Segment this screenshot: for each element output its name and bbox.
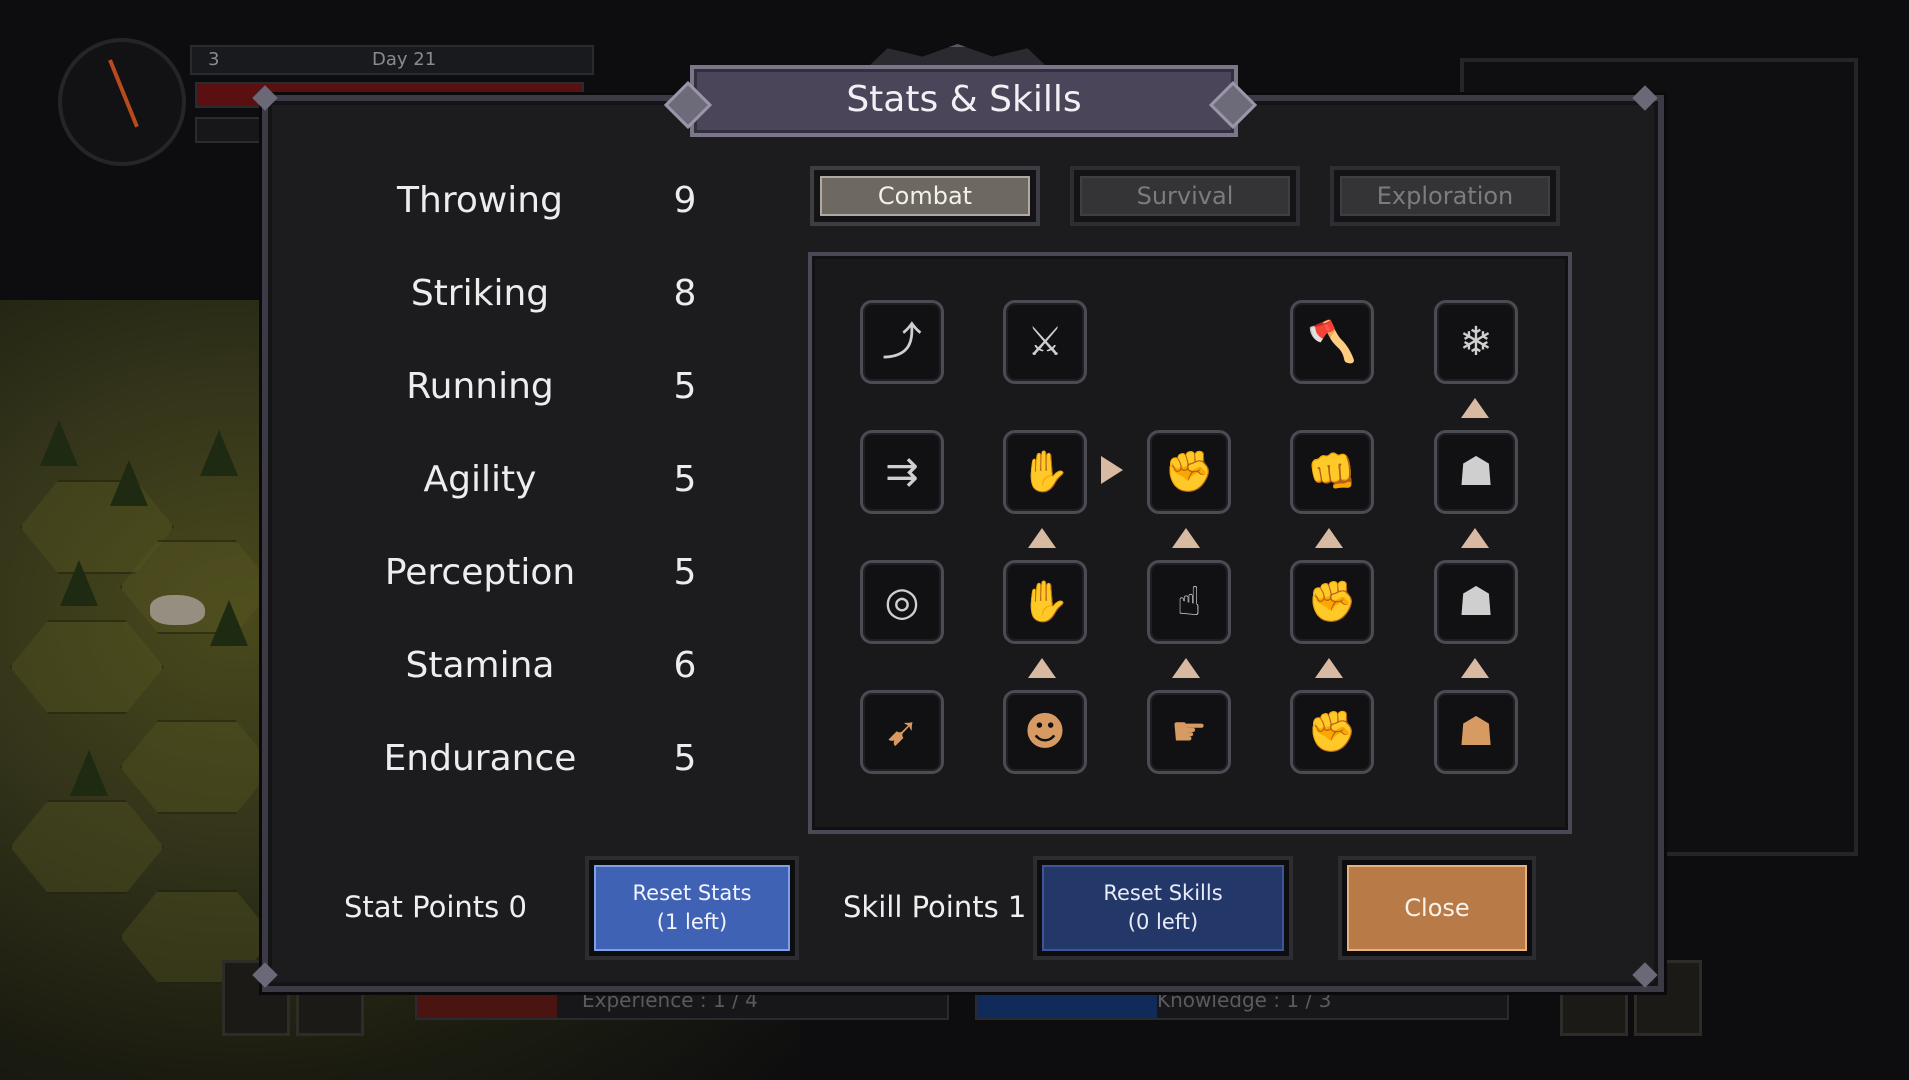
map-hex — [120, 720, 274, 814]
stat-value-running: 5 — [673, 366, 697, 407]
spear-axe-icon: ⚔ — [1027, 319, 1063, 365]
upgrade-arrow-icon — [1315, 528, 1343, 548]
muscle-body-icon: ☗ — [1458, 709, 1494, 755]
body-stance-icon: ☗ — [1458, 449, 1494, 495]
upgrade-arrow-icon — [1172, 528, 1200, 548]
upgrade-arrow-icon — [1315, 658, 1343, 678]
stat-points-label: Stat Points 0 — [344, 890, 527, 924]
upgrade-arrow-icon — [1172, 658, 1200, 678]
stat-value-stamina: 6 — [673, 645, 697, 686]
skill-muscle-body[interactable]: ☗ — [1434, 690, 1518, 774]
skill-double-arrow[interactable]: ⇉ — [860, 430, 944, 514]
stat-name-striking: Striking — [410, 273, 550, 314]
upgrade-arrow-icon — [1461, 658, 1489, 678]
grip-fist-icon: ✊ — [1307, 709, 1357, 755]
upgrade-arrow-icon — [1028, 658, 1056, 678]
skill-throw-hand[interactable]: ☝ — [1147, 560, 1231, 644]
stat-name-throwing: Throwing — [397, 180, 563, 221]
stat-value-striking: 8 — [673, 273, 697, 314]
compass-dial — [58, 38, 186, 166]
reset-skills-label: Reset Skills — [1103, 881, 1223, 905]
skill-hand-axe-plus[interactable]: 🪓 — [1290, 300, 1374, 384]
tree — [200, 430, 238, 476]
grab-hand-icon: ✋ — [1020, 579, 1070, 625]
stat-value-endurance: 5 — [673, 738, 697, 779]
reset-skills-button-face: Reset Skills (0 left) — [1042, 865, 1284, 951]
reset-stats-button[interactable]: Reset Stats (1 left) — [585, 856, 799, 960]
skill-fist-plus[interactable]: ✊ — [1290, 560, 1374, 644]
tab-combat-label: Combat — [820, 176, 1030, 216]
arrows-icon: ➹ — [885, 709, 919, 755]
map-hex — [10, 800, 164, 894]
tree — [70, 750, 108, 796]
reset-skills-button[interactable]: Reset Skills (0 left) — [1033, 856, 1293, 960]
close-label: Close — [1404, 893, 1470, 922]
tree — [40, 420, 78, 466]
spear-thrower-icon: ⤴ — [882, 319, 922, 365]
target-icon: ◎ — [884, 579, 920, 625]
tab-exploration[interactable]: Exploration — [1330, 166, 1560, 226]
stat-name-perception: Perception — [384, 552, 576, 593]
title-crest — [870, 44, 1045, 65]
day-bar: 3 Day 21 — [190, 45, 594, 75]
dialog-title: Stats & Skills — [846, 79, 1082, 120]
skill-pointing-hand[interactable]: ☛ — [1147, 690, 1231, 774]
close-button[interactable]: Close — [1338, 856, 1536, 960]
stat-name-agility: Agility — [423, 459, 537, 500]
stat-name-endurance: Endurance — [383, 738, 577, 779]
map-hex — [10, 620, 164, 714]
skill-grip-fist[interactable]: ✊ — [1290, 690, 1374, 774]
close-button-face: Close — [1347, 865, 1527, 951]
tab-exploration-label: Exploration — [1340, 176, 1550, 216]
skill-body-sparkle[interactable]: ☗ — [1434, 560, 1518, 644]
skill-punch-plus[interactable]: 👊 — [1290, 430, 1374, 514]
tab-survival-label: Survival — [1080, 176, 1290, 216]
stat-value-throwing: 9 — [673, 180, 697, 221]
body-sparkle-icon: ☗ — [1458, 579, 1494, 625]
skill-target[interactable]: ◎ — [860, 560, 944, 644]
level-number: 3 — [208, 49, 220, 70]
reset-stats-label: Reset Stats — [632, 881, 752, 905]
title-plate: Stats & Skills — [690, 65, 1238, 137]
skill-spear-axe[interactable]: ⚔ — [1003, 300, 1087, 384]
stat-value-agility: 5 — [673, 459, 697, 500]
stat-name-stamina: Stamina — [405, 645, 555, 686]
skill-arrows[interactable]: ➹ — [860, 690, 944, 774]
fist-plus-icon: ✊ — [1307, 579, 1357, 625]
tab-survival[interactable]: Survival — [1070, 166, 1300, 226]
reset-stats-remaining: (1 left) — [656, 910, 728, 934]
skill-points-label: Skill Points 1 — [843, 890, 1027, 924]
skill-face[interactable]: ☻ — [1003, 690, 1087, 774]
stat-value-perception: 5 — [673, 552, 697, 593]
upgrade-arrow-icon — [1461, 528, 1489, 548]
fist-glow-icon: ✊ — [1164, 449, 1214, 495]
reset-stats-button-face: Reset Stats (1 left) — [594, 865, 790, 951]
skill-spear-thrower[interactable]: ⤴ — [860, 300, 944, 384]
skill-snowflake-star[interactable]: ❄ — [1434, 300, 1518, 384]
hand-axe-plus-icon: 🪓 — [1307, 319, 1357, 365]
upgrade-arrow-right-icon — [1101, 456, 1123, 484]
stat-name-running: Running — [406, 366, 554, 407]
tab-combat[interactable]: Combat — [810, 166, 1040, 226]
boar-creature — [150, 595, 205, 625]
double-arrow-icon: ⇉ — [885, 449, 919, 495]
skill-open-hand[interactable]: ✋ — [1003, 430, 1087, 514]
open-hand-icon: ✋ — [1020, 449, 1070, 495]
punch-plus-icon: 👊 — [1307, 449, 1357, 495]
upgrade-arrow-icon — [1461, 398, 1489, 418]
snowflake-star-icon: ❄ — [1459, 319, 1493, 365]
throw-hand-icon: ☝ — [1176, 579, 1202, 625]
skill-fist-glow[interactable]: ✊ — [1147, 430, 1231, 514]
day-label: Day 21 — [372, 49, 437, 70]
skill-body-stance[interactable]: ☗ — [1434, 430, 1518, 514]
upgrade-arrow-icon — [1028, 528, 1056, 548]
pointing-hand-icon: ☛ — [1171, 709, 1207, 755]
reset-skills-remaining: (0 left) — [1127, 910, 1199, 934]
skill-grab-hand[interactable]: ✋ — [1003, 560, 1087, 644]
face-icon: ☻ — [1024, 709, 1066, 755]
